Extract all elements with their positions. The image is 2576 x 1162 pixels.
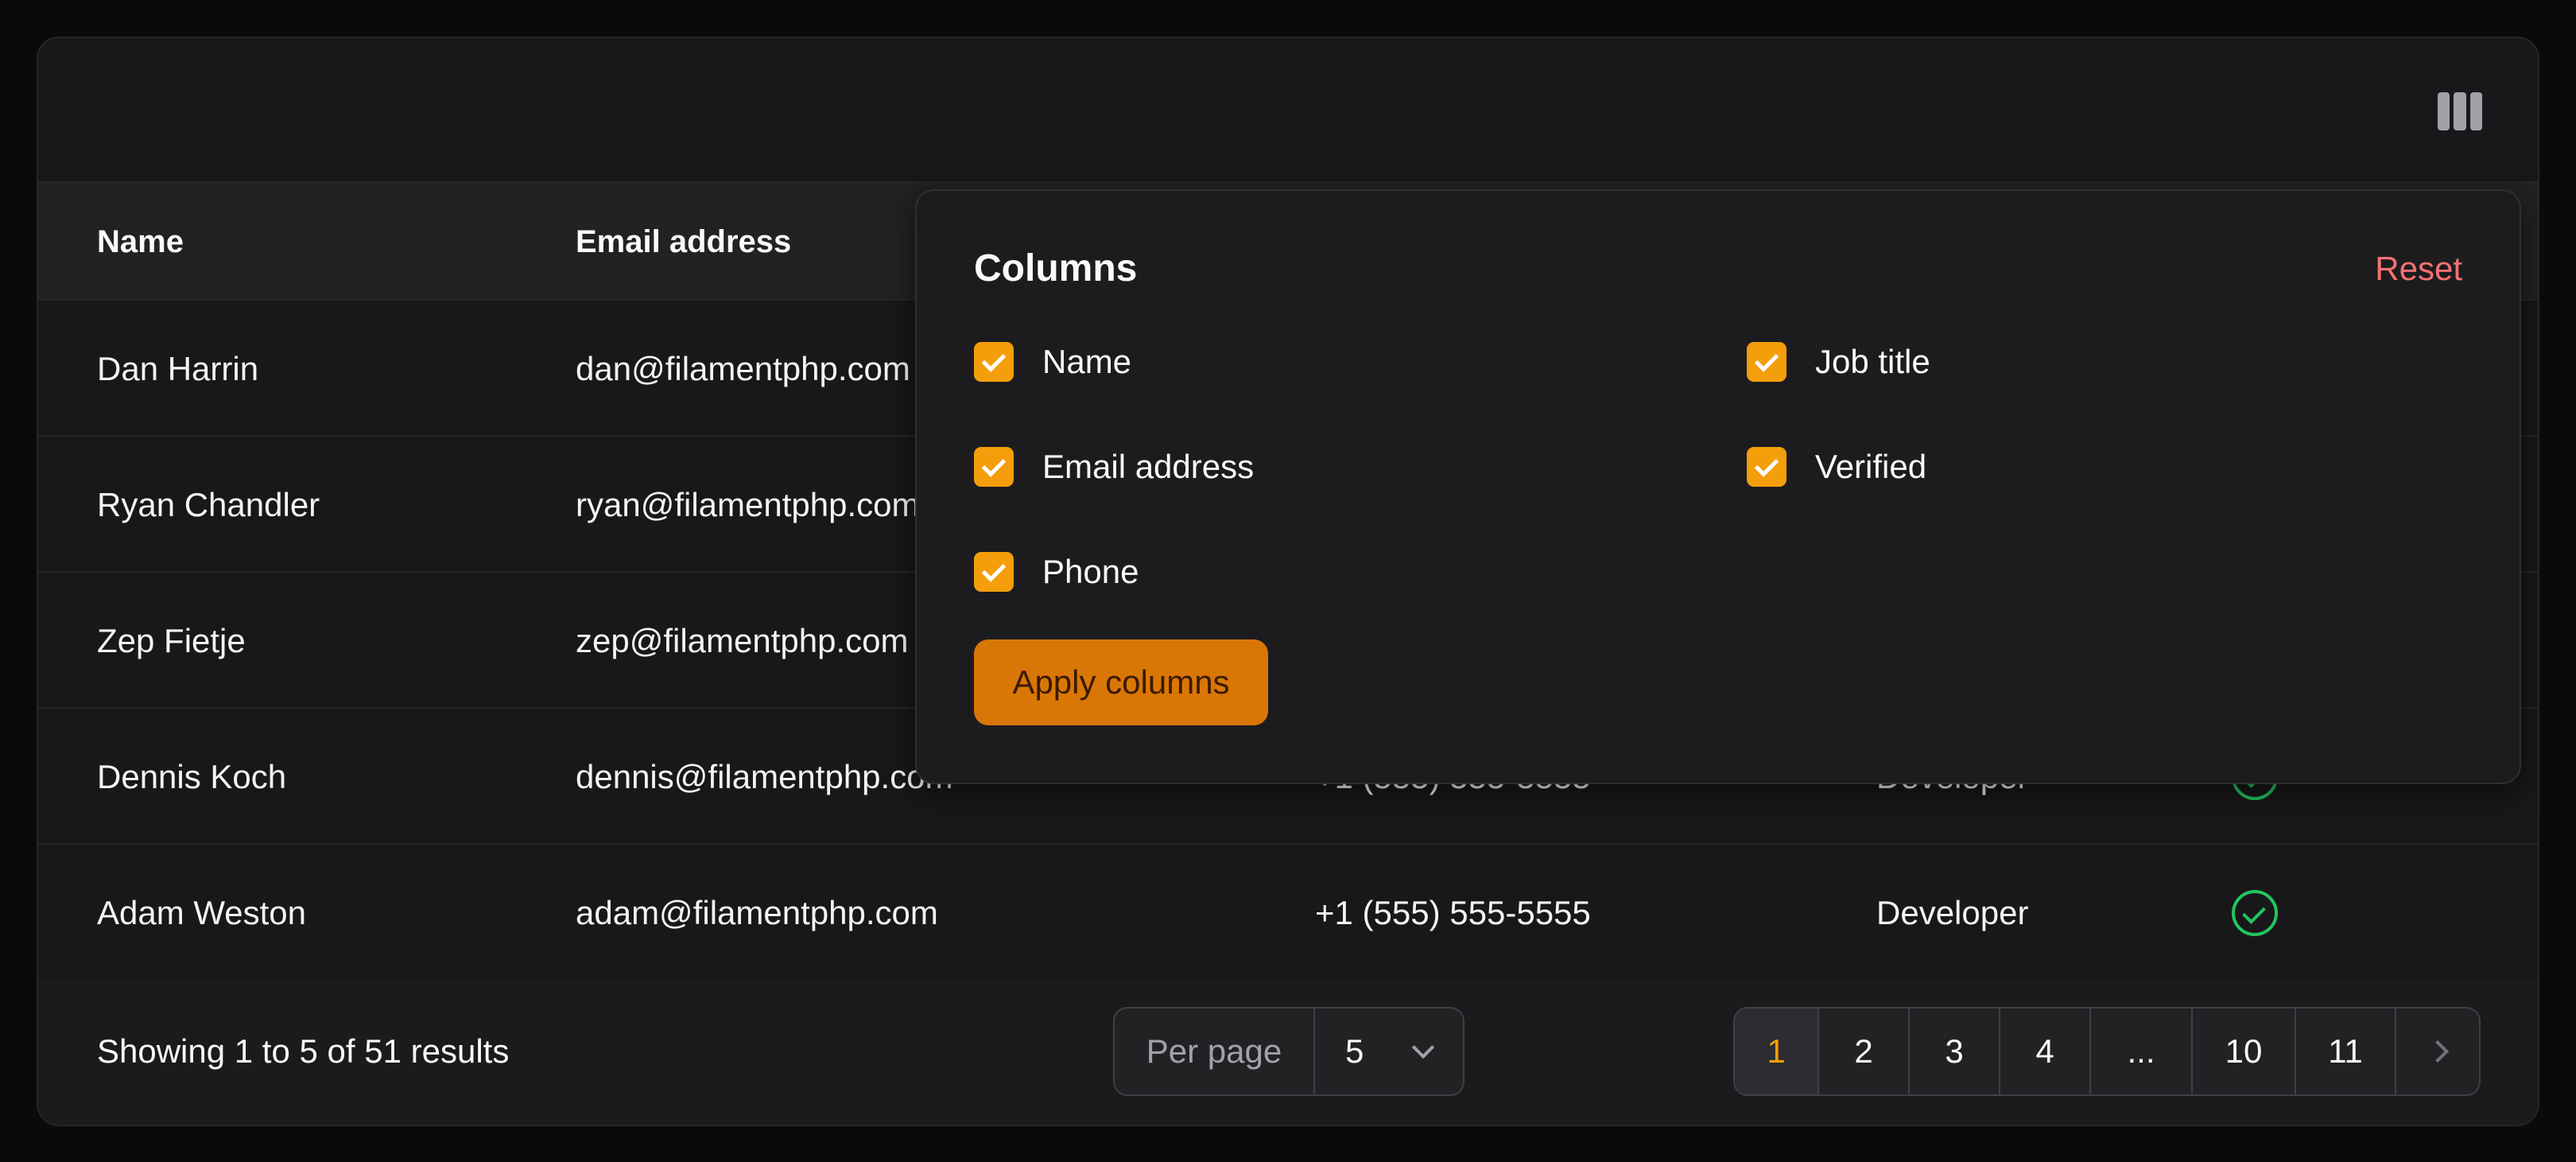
page-button[interactable]: 3 (1910, 1008, 2000, 1094)
table-card: Name Email address Dan Harrin dan@filamen… (37, 37, 2539, 1126)
cell-name: Ryan Chandler (97, 485, 320, 523)
cell-name: Zep Fietje (97, 621, 246, 659)
column-option-label: Email address (1042, 448, 1255, 485)
checkbox-checked-icon[interactable] (974, 552, 1014, 592)
cell-name: Adam Weston (97, 893, 307, 931)
cell-verified (2232, 845, 2278, 981)
popup-title: Columns (974, 247, 1138, 290)
column-header-email[interactable]: Email address (576, 183, 791, 301)
cell-email: dan@filamentphp.com (576, 349, 910, 387)
cell-email: adam@filamentphp.com (576, 893, 938, 931)
page-button[interactable]: 11 (2296, 1008, 2396, 1094)
checkbox-checked-icon[interactable] (1747, 342, 1787, 382)
per-page-value-field[interactable]: 5 (1315, 1008, 1463, 1094)
column-header-name[interactable]: Name (97, 183, 184, 301)
column-option[interactable]: Job title (1747, 342, 1930, 382)
cell-phone: +1 (555) 555-5555 (1315, 893, 1591, 931)
pagination-ellipsis: ... (2091, 1008, 2193, 1094)
column-option[interactable]: Email address (974, 447, 1254, 487)
chevron-right-icon (2426, 1040, 2450, 1063)
per-page-value: 5 (1345, 1032, 1364, 1070)
column-option[interactable]: Name (974, 342, 1131, 382)
reset-button[interactable]: Reset (2375, 250, 2462, 288)
cell-email: zep@filamentphp.com (576, 621, 909, 659)
page-button[interactable]: 10 (2193, 1008, 2296, 1094)
cell-name: Dan Harrin (97, 349, 259, 387)
per-page-select[interactable]: Per page 5 (1113, 1007, 1465, 1096)
cell-email: dennis@filamentphp.com (576, 757, 953, 795)
column-option-label: Name (1042, 343, 1132, 380)
column-option-label: Phone (1042, 553, 1139, 590)
apply-columns-button[interactable]: Apply columns (974, 639, 1268, 725)
cell-job: Developer (1876, 893, 2029, 931)
column-option-label: Job title (1815, 343, 1930, 380)
page-button[interactable]: 4 (2000, 1008, 2091, 1094)
column-option-label: Verified (1815, 448, 1927, 485)
table-toolbar (38, 38, 2538, 183)
cell-email: ryan@filamentphp.com (576, 485, 920, 523)
pagination: 1 2 3 4... 10 11 (1733, 1007, 2481, 1096)
page-button[interactable]: 2 (1819, 1008, 1910, 1094)
results-summary: Showing 1 to 5 of 51 results (97, 1032, 510, 1070)
column-option[interactable]: Phone (974, 552, 1139, 592)
next-page-button[interactable] (2396, 1008, 2479, 1094)
column-option[interactable]: Verified (1747, 447, 1926, 487)
table-footer: Showing 1 to 5 of 51 results Per page 5 … (38, 978, 2538, 1125)
check-circle-icon (2232, 889, 2278, 936)
columns-icon[interactable] (2438, 92, 2482, 130)
cell-name: Dennis Koch (97, 757, 287, 795)
columns-popup: Columns Reset Name Email address Phone Job … (915, 189, 2521, 784)
checkbox-checked-icon[interactable] (974, 342, 1014, 382)
per-page-label: Per page (1115, 1008, 1315, 1094)
checkbox-checked-icon[interactable] (974, 447, 1014, 487)
page-button[interactable]: 1 (1735, 1008, 1819, 1094)
table-row[interactable]: Adam Weston adam@filamentphp.com +1 (555) … (38, 845, 2538, 981)
chevron-down-icon (1411, 1036, 1435, 1059)
checkbox-checked-icon[interactable] (1747, 447, 1787, 487)
